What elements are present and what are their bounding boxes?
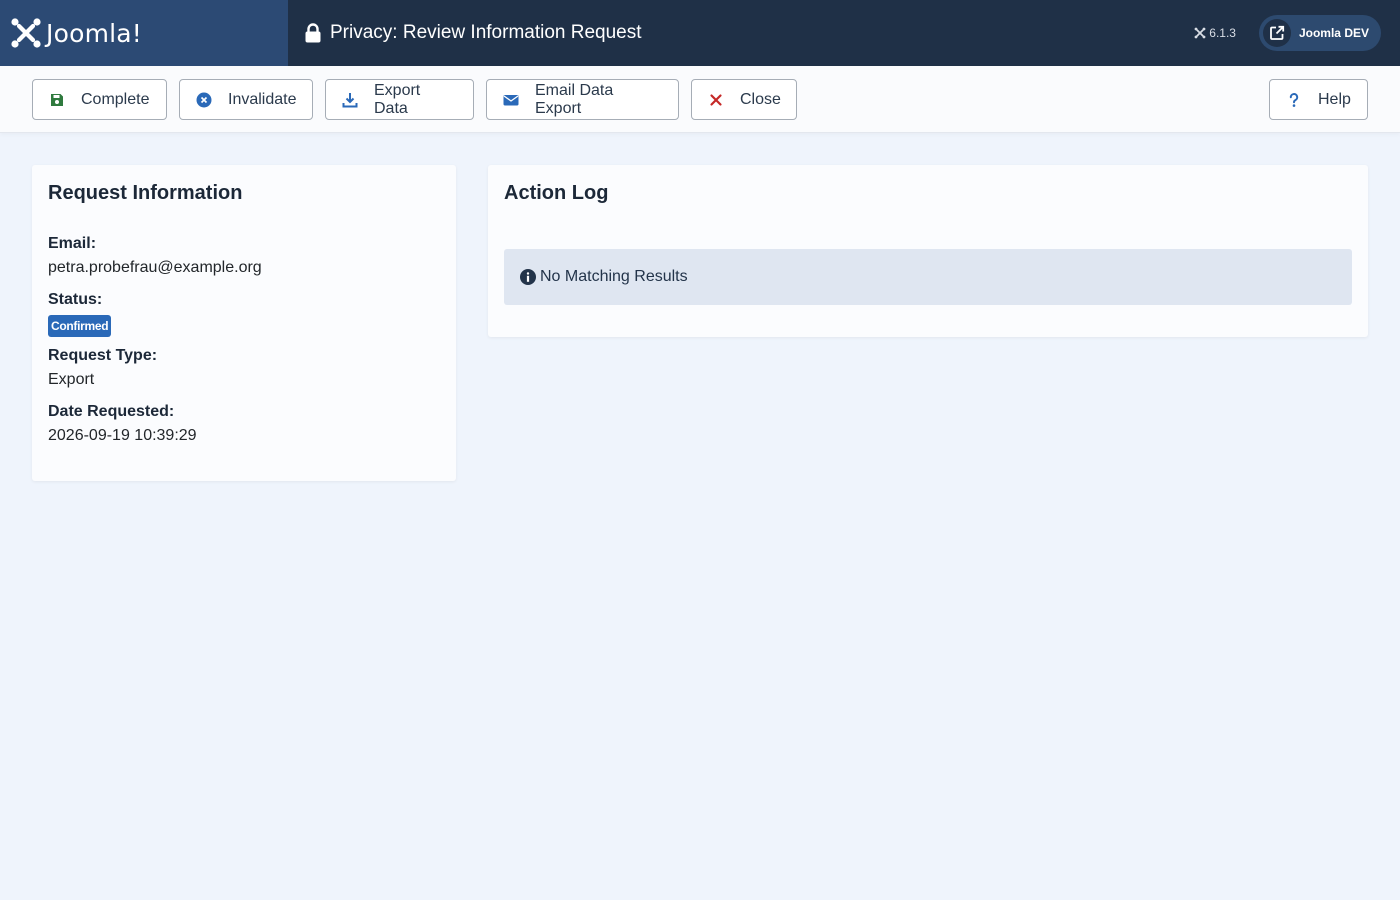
help-button[interactable]: Help	[1269, 79, 1368, 120]
email-value: petra.probefrau@example.org	[48, 259, 262, 276]
action-log-title: Action Log	[504, 182, 609, 204]
times-circle-icon	[196, 92, 212, 107]
site-icon-circle	[1262, 19, 1291, 47]
info-circle-icon	[520, 269, 536, 285]
joomla-version: 6.1.3	[1194, 26, 1236, 40]
save-icon	[51, 93, 63, 106]
no-results-message: No Matching Results	[540, 268, 688, 285]
no-results-alert: No Matching Results	[504, 249, 1352, 305]
lock-icon	[305, 23, 321, 43]
close-button[interactable]: Close	[691, 79, 797, 120]
request-information-card: Request Information Email: petra.probefr…	[32, 165, 456, 481]
invalidate-button[interactable]: Invalidate	[179, 79, 313, 120]
export-data-label: Export Data	[374, 81, 421, 117]
page-title: Privacy: Review Information Request	[330, 22, 642, 43]
envelope-icon	[503, 94, 519, 105]
invalidate-label: Invalidate	[228, 90, 297, 108]
joomla-logo-icon	[11, 18, 41, 48]
times-icon	[710, 93, 722, 106]
email-data-export-button[interactable]: Email Data Export	[486, 79, 679, 120]
version-number: 6.1.3	[1209, 26, 1236, 40]
action-log-card: Action Log No Matching Results	[488, 165, 1368, 337]
date-requested-value: 2026-09-19 10:39:29	[48, 427, 197, 444]
header-right: 6.1.3 Joomla DEV	[1194, 15, 1400, 51]
page-title-area: Privacy: Review Information Request	[304, 22, 642, 44]
site-button-label: Joomla DEV	[1298, 26, 1369, 40]
complete-button[interactable]: Complete	[32, 79, 167, 120]
request-information-title: Request Information	[48, 182, 243, 204]
view-site-button[interactable]: Joomla DEV	[1258, 15, 1381, 51]
download-icon	[342, 92, 358, 107]
complete-label: Complete	[81, 90, 150, 108]
status-badge: Confirmed	[48, 315, 112, 337]
joomla-small-icon	[1194, 27, 1206, 39]
request-type-label: Request Type:	[48, 347, 158, 364]
question-icon	[1289, 92, 1299, 107]
joomla-logo[interactable]: Joomla!	[0, 0, 288, 66]
email-data-export-label: Email Data Export	[535, 81, 614, 117]
help-label: Help	[1318, 90, 1351, 108]
logo-text: Joomla!	[46, 18, 143, 48]
email-label: Email:	[48, 235, 97, 252]
top-header: Joomla! Privacy: Review Information Requ…	[0, 0, 1400, 66]
request-type-value: Export	[48, 371, 95, 388]
external-link-icon	[1270, 25, 1285, 40]
status-label: Status:	[48, 291, 103, 308]
date-requested-label: Date Requested:	[48, 403, 175, 420]
toolbar: Complete Invalidate Export Data Email Da…	[0, 66, 1400, 133]
export-data-button[interactable]: Export Data	[325, 79, 474, 120]
close-label: Close	[740, 90, 781, 108]
